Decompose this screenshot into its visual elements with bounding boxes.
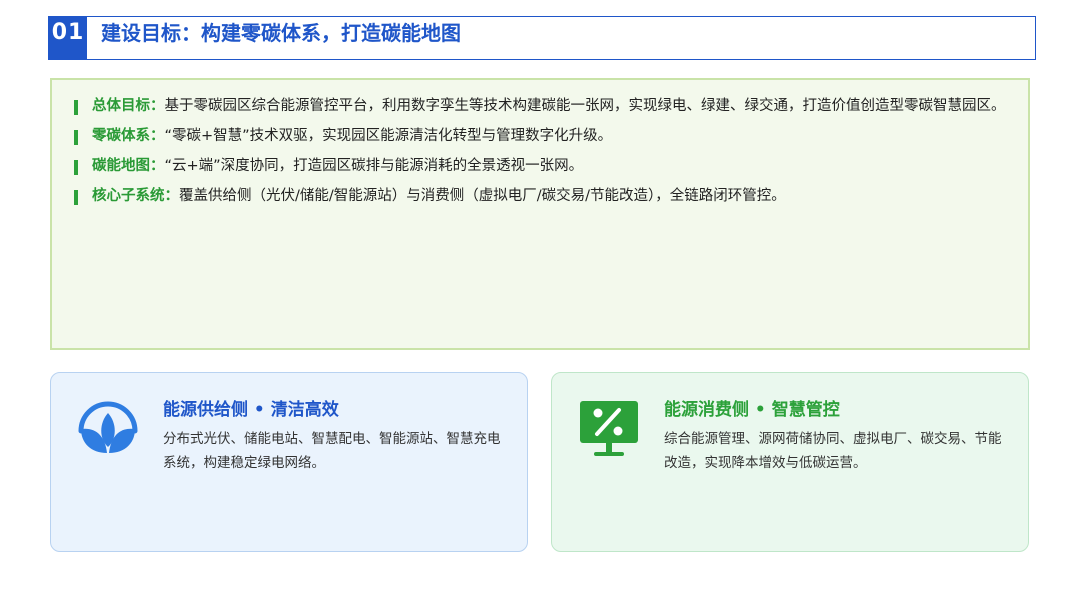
section-number: 01: [49, 17, 87, 59]
goal-label: 碳能地图：: [92, 158, 165, 174]
supply-side-card: 能源供给侧 • 清洁高效 分布式光伏、储能电站、智慧配电、智能源站、智慧充电系统…: [50, 372, 528, 552]
card-description: 综合能源管理、源网荷储协同、虚拟电厂、碳交易、节能改造，实现降本增效与低碳运营。: [664, 431, 1002, 471]
goal-label: 核心子系统：: [92, 188, 179, 204]
card-title: 能源供给侧 • 清洁高效: [163, 400, 339, 420]
goal-text: 基于零碳园区综合能源管控平台，利用数字孪生等技术构建碳能一张网，实现绿电、绿建、…: [164, 98, 1006, 114]
card-description: 分布式光伏、储能电站、智慧配电、智能源站、智慧充电系统，构建稳定绿电网络。: [163, 431, 501, 471]
bullet-bar: [74, 160, 78, 175]
bullet-bar: [74, 130, 78, 145]
section-title: 建设目标：构建零碳体系，打造碳能地图: [101, 21, 461, 45]
goal-item-overall: 总体目标：基于零碳园区综合能源管控平台，利用数字孪生等技术构建碳能一张网，实现绿…: [74, 96, 1006, 117]
goal-label: 总体目标：: [92, 98, 165, 114]
card-title: 能源消费侧 • 智慧管控: [664, 400, 840, 420]
consumption-side-card: 能源消费侧 • 智慧管控 综合能源管理、源网荷储协同、虚拟电厂、碳交易、节能改造…: [551, 372, 1029, 552]
goal-text: 覆盖供给侧（光伏/储能/智能源站）与消费侧（虚拟电厂/碳交易/节能改造），全链路…: [179, 188, 786, 204]
goal-item-carbon-map: 碳能地图：“云+端”深度协同，打造园区碳排与能源消耗的全景透视一张网。: [74, 156, 1006, 177]
lotus-sun-icon: [73, 395, 143, 465]
goal-item-zero-carbon: 零碳体系：“零碳+智慧”技术双驱，实现园区能源清洁化转型与管理数字化升级。: [74, 126, 1006, 147]
goal-label: 零碳体系：: [92, 128, 165, 144]
bullet-bar: [74, 190, 78, 205]
goal-item-core-subsystems: 核心子系统：覆盖供给侧（光伏/储能/智能源站）与消费侧（虚拟电厂/碳交易/节能改…: [74, 186, 1006, 207]
goal-text: “云+端”深度协同，打造园区碳排与能源消耗的全景透视一张网。: [164, 158, 584, 174]
bullet-bar: [74, 100, 78, 115]
section-header: 01 建设目标：构建零碳体系，打造碳能地图: [48, 16, 1036, 60]
goals-panel: 总体目标：基于零碳园区综合能源管控平台，利用数字孪生等技术构建碳能一张网，实现绿…: [50, 78, 1030, 350]
percent-monitor-icon: [574, 395, 644, 465]
goal-text: “零碳+智慧”技术双驱，实现园区能源清洁化转型与管理数字化升级。: [164, 128, 613, 144]
